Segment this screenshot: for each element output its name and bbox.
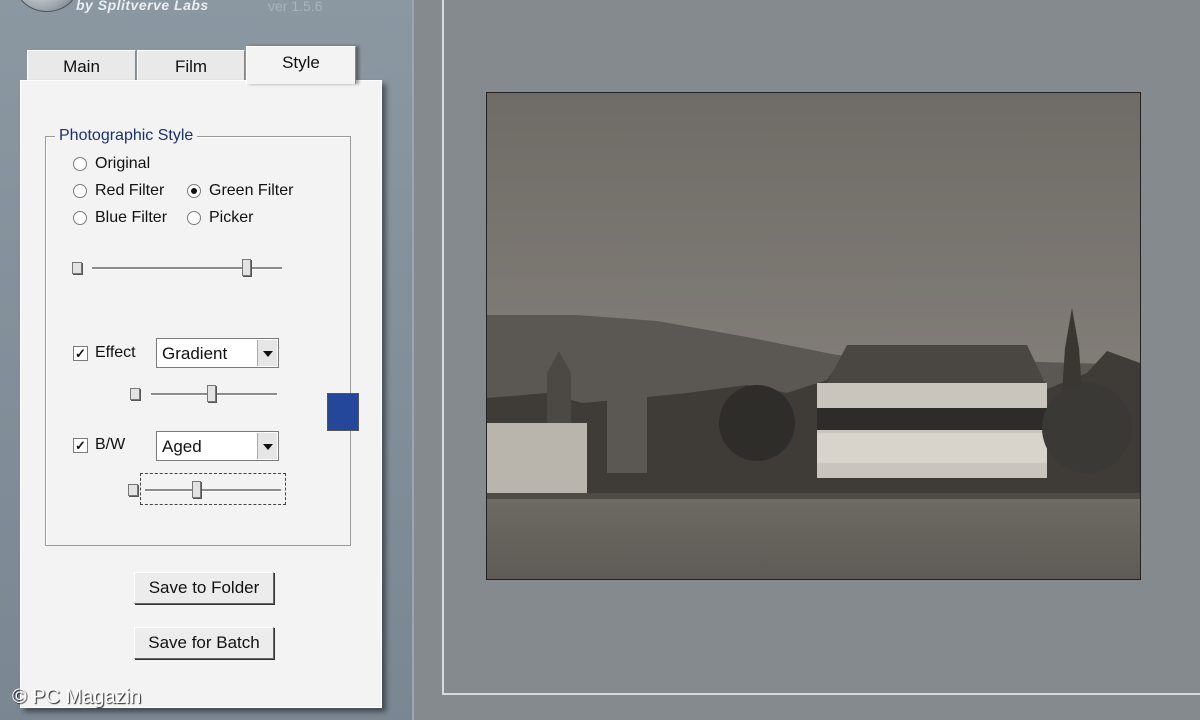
radio-button[interactable] bbox=[187, 184, 201, 198]
slider-thumb[interactable] bbox=[207, 385, 216, 402]
dropdown-value: Aged bbox=[162, 437, 202, 456]
radio-button[interactable] bbox=[73, 211, 87, 225]
dropdown-value: Gradient bbox=[162, 344, 228, 363]
checkbox-label: Effect bbox=[95, 344, 136, 361]
app-logo-icon bbox=[16, 0, 78, 12]
preview-area bbox=[414, 0, 1200, 720]
radio-label: Picker bbox=[209, 209, 254, 226]
save-to-folder-button[interactable]: Save to Folder bbox=[134, 572, 274, 604]
filter-strength-slider[interactable] bbox=[92, 258, 282, 278]
radio-button[interactable] bbox=[187, 211, 201, 225]
slider-thumb[interactable] bbox=[192, 481, 201, 498]
control-panel: by Splitverve Labs ver 1.5.6 Main Film S… bbox=[0, 0, 414, 720]
chevron-down-icon[interactable] bbox=[257, 340, 277, 366]
radio-green-filter[interactable]: Green Filter bbox=[187, 182, 293, 200]
tab-main[interactable]: Main bbox=[27, 50, 136, 80]
radio-button[interactable] bbox=[73, 157, 87, 171]
group-title: Photographic Style bbox=[55, 127, 198, 145]
slider-min-handle bbox=[72, 262, 82, 274]
radio-original[interactable]: Original bbox=[73, 155, 150, 173]
filter-slider-min bbox=[72, 258, 86, 278]
effect-color-swatch[interactable] bbox=[327, 393, 359, 431]
radio-label: Red Filter bbox=[95, 182, 165, 199]
bw-slider-min bbox=[128, 480, 142, 500]
radio-button[interactable] bbox=[73, 184, 87, 198]
tab-style[interactable]: Style bbox=[246, 46, 356, 84]
bw-dropdown[interactable]: Aged bbox=[156, 431, 279, 461]
slider-track bbox=[145, 489, 281, 492]
effect-strength-slider[interactable] bbox=[151, 384, 277, 404]
radio-label: Original bbox=[95, 155, 151, 172]
checkbox[interactable]: ✓ bbox=[73, 345, 88, 361]
harbor-town-photo bbox=[487, 93, 1140, 579]
app-header: by Splitverve Labs ver 1.5.6 bbox=[10, 0, 410, 14]
slider-thumb[interactable] bbox=[242, 259, 251, 276]
bw-strength-slider[interactable] bbox=[145, 480, 281, 500]
save-for-batch-button[interactable]: Save for Batch bbox=[134, 627, 274, 659]
style-tab-panel: Photographic Style Original Red Filter G… bbox=[20, 80, 382, 708]
slider-track bbox=[92, 267, 282, 270]
radio-red-filter[interactable]: Red Filter bbox=[73, 182, 164, 200]
checkbox-label: B/W bbox=[95, 436, 126, 453]
radio-blue-filter[interactable]: Blue Filter bbox=[73, 209, 167, 227]
preview-image bbox=[486, 92, 1141, 580]
checkbox[interactable]: ✓ bbox=[73, 437, 88, 453]
bw-checkbox[interactable]: ✓ B/W bbox=[73, 436, 125, 454]
chevron-down-icon[interactable] bbox=[257, 433, 277, 459]
slider-min-handle bbox=[128, 484, 138, 496]
app-tagline: by Splitverve Labs bbox=[76, 0, 209, 13]
radio-picker[interactable]: Picker bbox=[187, 209, 253, 227]
watermark-text: © PC Magazin bbox=[12, 686, 142, 708]
slider-min-handle bbox=[130, 388, 140, 400]
radio-label: Green Filter bbox=[209, 182, 294, 199]
app-version: ver 1.5.6 bbox=[268, 0, 323, 14]
effect-dropdown[interactable]: Gradient bbox=[156, 338, 279, 368]
tab-film[interactable]: Film bbox=[137, 50, 245, 80]
radio-label: Blue Filter bbox=[95, 209, 168, 226]
effect-slider-min bbox=[130, 384, 144, 404]
effect-checkbox[interactable]: ✓ Effect bbox=[73, 344, 136, 362]
